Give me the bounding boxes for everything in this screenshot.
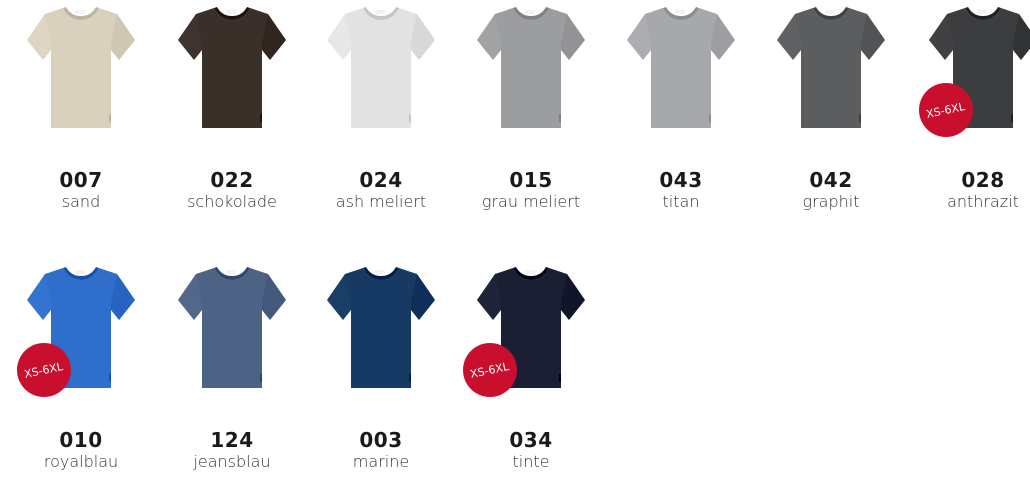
color-code: 042 (809, 168, 853, 192)
tshirt-image (162, 262, 302, 392)
color-code: 028 (961, 168, 1005, 192)
tshirt-image (311, 2, 451, 132)
color-name: titan (662, 192, 700, 211)
color-swatch-jeansblau[interactable]: 124 jeansblau (162, 262, 302, 472)
color-code: 010 (59, 428, 103, 452)
color-code: 024 (359, 168, 403, 192)
color-swatch-royalblau[interactable]: XS-6XL 010 royalblau (11, 262, 151, 472)
color-swatch-grau-meliert[interactable]: 015 grau meliert (461, 2, 601, 212)
color-name: royalblau (43, 452, 119, 471)
tshirt-image (162, 2, 302, 132)
color-name: grau meliert (481, 192, 581, 211)
color-name: marine (352, 452, 410, 471)
color-name: anthrazit (947, 192, 1019, 211)
color-name: ash meliert (335, 192, 427, 211)
color-code: 124 (210, 428, 254, 452)
color-name: schokolade (187, 192, 277, 211)
color-swatch-titan[interactable]: 043 titan (611, 2, 751, 212)
color-code: 015 (509, 168, 553, 192)
color-swatch-graphit[interactable]: 042 graphit (761, 2, 901, 212)
color-code: 034 (509, 428, 553, 452)
color-swatch-anthrazit[interactable]: XS-6XL 028 anthrazit (913, 2, 1030, 212)
color-swatch-ash-meliert[interactable]: 024 ash meliert (311, 2, 451, 212)
tshirt-image (461, 2, 601, 132)
tshirt-image (311, 262, 451, 392)
tshirt-image (761, 2, 901, 132)
size-range-badge: XS-6XL (919, 83, 973, 137)
size-range-badge: XS-6XL (17, 343, 71, 397)
color-name: tinte (512, 452, 550, 471)
tshirt-image (11, 2, 151, 132)
color-name: jeansblau (193, 452, 271, 471)
color-code: 007 (59, 168, 103, 192)
color-code: 003 (359, 428, 403, 452)
color-swatch-marine[interactable]: 003 marine (311, 262, 451, 472)
color-swatch-tinte[interactable]: XS-6XL 034 tinte (461, 262, 601, 472)
color-swatch-schokolade[interactable]: 022 schokolade (162, 2, 302, 212)
color-name: graphit (802, 192, 860, 211)
color-swatch-grid: 007 sand 022 schokolade 024 ash meliert 015… (0, 0, 1030, 487)
tshirt-image (611, 2, 751, 132)
color-code: 043 (659, 168, 703, 192)
color-name: sand (61, 192, 101, 211)
color-code: 022 (210, 168, 254, 192)
color-swatch-sand[interactable]: 007 sand (11, 2, 151, 212)
size-range-badge: XS-6XL (463, 343, 517, 397)
